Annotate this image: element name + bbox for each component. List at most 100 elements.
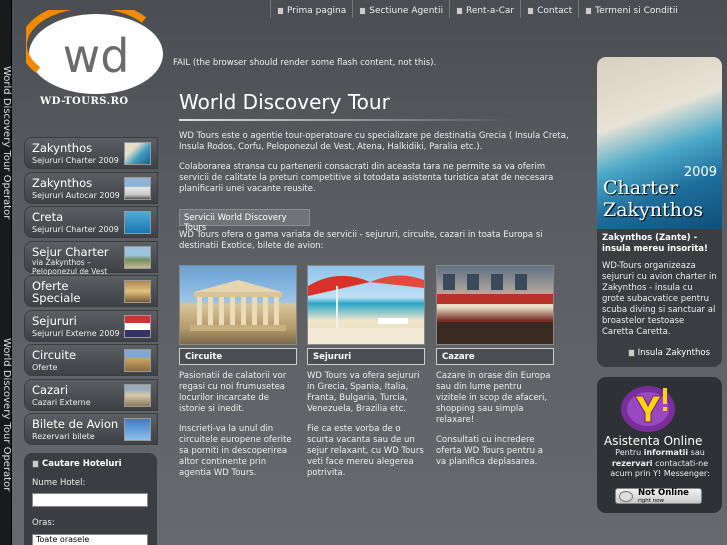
menu-item-sub: Rezervari bilete: [32, 432, 95, 441]
nav-termeni[interactable]: Termeni si Conditii: [578, 0, 684, 18]
left-menu: Zakynthos Sejururi Charter 2009 Zakyntho…: [24, 137, 158, 448]
search-title: Cautare Hoteluri: [32, 459, 122, 469]
menu-item-zakynthos-charter[interactable]: Zakynthos Sejururi Charter 2009: [24, 137, 158, 169]
insula-zakynthos-link[interactable]: Insula Zakynthos: [627, 348, 710, 358]
banner-line2: Zakynthos: [603, 199, 704, 221]
beach-thumbnail: [124, 142, 151, 165]
status-subtext: right now: [638, 498, 665, 504]
menu-item-sejururi[interactable]: Sejururi Sejururi Externe 2009: [24, 309, 158, 342]
cafe-photo[interactable]: [436, 265, 554, 345]
yahoo-messenger-icon: [621, 386, 675, 432]
assist-text-part: sau: [688, 448, 705, 457]
cafe-illustration: [437, 274, 553, 344]
nav-contact[interactable]: Contact: [520, 0, 578, 18]
sejururi-text-1: WD Tours va ofera sejururi in Grecia, Sp…: [307, 371, 420, 414]
sejururi-caption[interactable]: Sejururi: [307, 348, 425, 365]
cazare-text-1: Cazare in orase din Europa sau din lume …: [436, 371, 551, 425]
menu-item-title: Zakynthos: [32, 141, 93, 155]
menu-item-title: Zakynthos: [32, 175, 93, 190]
promo-title: Zakynthos (Zante) - insula mereu insorit…: [602, 233, 708, 254]
menu-item-sejur-charter[interactable]: Sejur Charter via Zakynthos – Peloponezul…: [24, 240, 158, 276]
flash-fallback-text: FAIL (the browser should render some fla…: [173, 58, 437, 68]
page-icon: [455, 6, 463, 15]
menu-item-title: Bilete de Avion: [32, 417, 119, 431]
menu-item-sub: Sejururi Externe 2009: [32, 328, 120, 338]
monument-thumbnail: [124, 349, 151, 372]
promo-text: WD-Tours organizeaza sejururi cu avion c…: [602, 261, 717, 337]
nav-label: Rent-a-Car: [465, 5, 515, 16]
menu-item-title-line2: Speciale: [32, 291, 81, 305]
menu-item-oferte-speciale[interactable]: Oferte Speciale: [24, 275, 158, 307]
temple-illustration: [190, 280, 286, 331]
column-cazare: Cazare Cazare in orase din Europa sau di…: [436, 265, 554, 468]
city-select[interactable]: Toate orasele: [32, 534, 148, 545]
collab-paragraph: Colaborarea stransa cu partenerii consac…: [179, 162, 554, 194]
nav-label: Termeni si Conditii: [595, 5, 678, 16]
column-sejururi: Sejururi WD Tours va ofera sejururi in G…: [307, 265, 425, 479]
top-nav: Prima pagina Sectiune Agentii Rent-a-Car…: [270, 0, 727, 18]
menu-item-title: Sejur Charter: [32, 244, 109, 259]
smiley-icon: [619, 491, 633, 502]
sea-thumbnail: [124, 211, 151, 234]
assistance-title: Asistenta Online: [604, 434, 703, 448]
umbrella-illustration: [308, 275, 424, 344]
page-icon: [277, 6, 284, 15]
beach-umbrella-photo[interactable]: [307, 265, 425, 345]
nav-label: Prima pagina: [287, 5, 347, 16]
services-tab[interactable]: Servicii World Discovery Tours: [179, 209, 310, 233]
intro-paragraph: WD Tours este o agentie tour-operatoare …: [179, 131, 569, 152]
hotel-thumbnail: [124, 383, 151, 407]
cazare-caption[interactable]: Cazare: [436, 348, 554, 365]
menu-item-bilete-avion[interactable]: Bilete de Avion Rezervari bilete: [24, 413, 158, 445]
menu-item-creta[interactable]: Creta Sejururi Charter 2009: [24, 206, 158, 238]
menu-item-sub: via Zakynthos – Peloponezul de Vest: [32, 258, 107, 276]
menu-item-title: Cazari: [32, 382, 69, 397]
cazare-text-2: Consultati cu incredere oferta WD Tours …: [436, 435, 543, 467]
nav-label: Contact: [537, 5, 573, 16]
assist-text-bold: rezervari: [611, 458, 653, 468]
page-icon: [359, 6, 367, 15]
assist-text-part: Pentru: [615, 448, 644, 457]
banner-title: Charter Zakynthos: [603, 177, 703, 221]
page-title: World Discovery Tour: [179, 90, 390, 114]
hotel-search-panel: Cautare Hoteluri Nume Hotel: Oras: Toate…: [24, 453, 157, 545]
city-label: Oras:: [32, 518, 55, 528]
circuite-text-1: Pasionatii de calatorii vor regasi cu no…: [179, 371, 287, 414]
link-label: Insula Zakynthos: [637, 348, 710, 358]
zakynthos-promo-panel: 2009 Charter Zakynthos Zakynthos (Zante)…: [597, 57, 722, 367]
menu-item-sub: Sejururi Autocar 2009: [32, 190, 120, 200]
side-strip-text-top: World Discovery Tour Operator: [1, 66, 12, 220]
hotel-name-input[interactable]: [32, 493, 148, 507]
column-circuite: Circuite Pasionatii de calatorii vor reg…: [179, 265, 297, 479]
nav-prima-pagina[interactable]: Prima pagina: [270, 0, 352, 18]
online-assistance-panel: Asistenta Online Pentru informatii sau r…: [597, 377, 722, 513]
circuite-text-2: Inscrieti-va la unul din circuitele euro…: [179, 424, 292, 478]
logo[interactable]: wd: [20, 1, 166, 110]
assistance-text: Pentru informatii sau rezervari contacta…: [604, 448, 716, 480]
page-icon: [627, 349, 635, 357]
side-strip: World Discovery Tour Operator World Disc…: [0, 0, 12, 545]
menu-item-circuite[interactable]: Circuite Oferte: [24, 344, 158, 376]
menu-item-sub-line1: via Zakynthos –: [32, 257, 91, 267]
menu-item-zakynthos-autocar[interactable]: Zakynthos Sejururi Autocar 2009: [24, 171, 158, 204]
parthenon-photo[interactable]: [179, 265, 297, 345]
bus-thumbnail: [124, 176, 151, 200]
charter-zakynthos-banner[interactable]: 2009 Charter Zakynthos: [597, 57, 722, 229]
page-icon: [527, 6, 535, 15]
menu-item-sub: Sejururi Charter 2009: [32, 156, 119, 165]
messenger-status-button[interactable]: Not Online right now: [615, 488, 702, 504]
menu-item-sub: Cazari Externe: [32, 397, 91, 407]
airplane-thumbnail: [124, 418, 151, 441]
logo-text: wd: [63, 29, 130, 83]
circuite-caption[interactable]: Circuite: [179, 348, 297, 365]
menu-item-title: Creta: [32, 210, 64, 224]
banner-line1: Charter: [603, 177, 679, 199]
flags-thumbnail: [124, 314, 151, 338]
status-text: Not Online: [638, 488, 689, 498]
nav-sectiune-agentii[interactable]: Sectiune Agentii: [352, 0, 449, 18]
nav-rent-a-car[interactable]: Rent-a-Car: [448, 0, 520, 18]
menu-item-title: Sejururi: [32, 313, 77, 328]
offers-thumbnail: [124, 280, 151, 303]
menu-item-cazari[interactable]: Cazari Cazari Externe: [24, 378, 158, 411]
title-divider: [179, 119, 514, 121]
